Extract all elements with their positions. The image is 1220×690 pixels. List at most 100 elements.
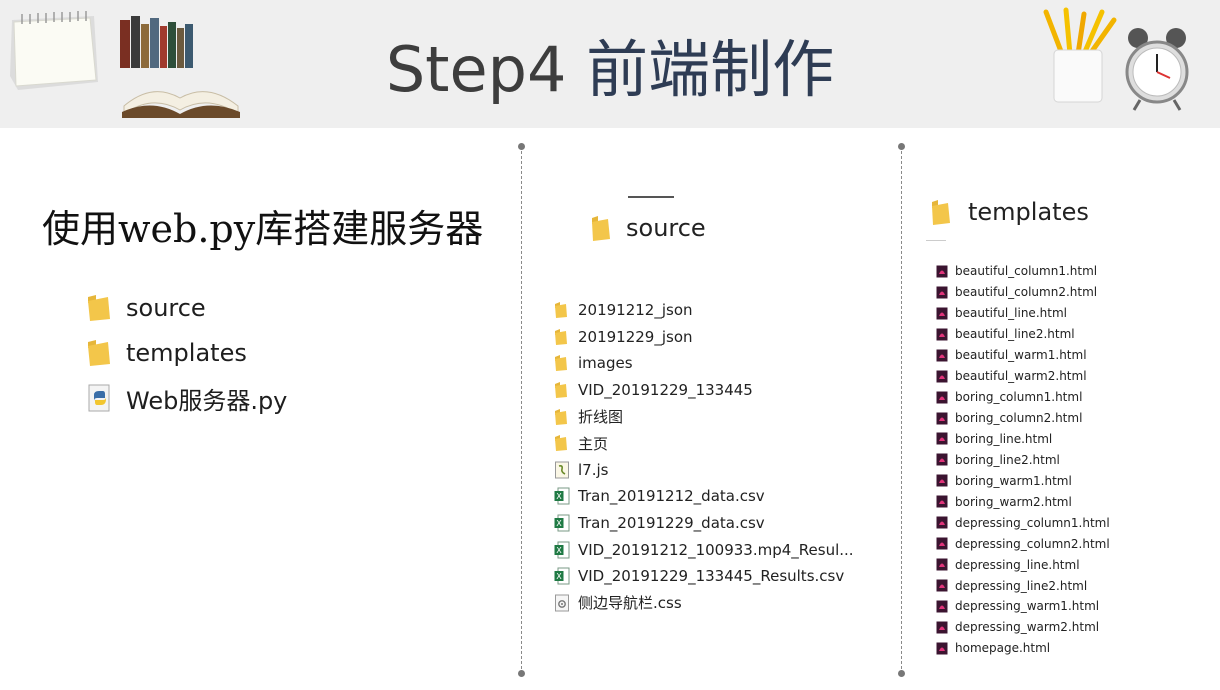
divider-dot [898,143,905,150]
file-item-label: boring_line.html [955,431,1053,446]
file-item-label: l7.js [578,460,609,479]
folder-header-templates[interactable]: templates [930,198,1089,226]
file-item[interactable]: X VID_20191229_133445_Results.csv [554,563,854,590]
folder-icon [592,216,610,241]
column-divider-1 [518,143,525,677]
file-item-label: depressing_line2.html [955,578,1088,593]
folder-icon [88,295,110,321]
file-item-label: 主页 [578,434,609,453]
file-item[interactable]: boring_warm2.html [936,491,1110,512]
svg-text:X: X [556,492,562,501]
file-item[interactable]: beautiful_warm2.html [936,366,1110,387]
file-item-label: boring_warm2.html [955,494,1072,509]
file-item-label: beautiful_column1.html [955,264,1098,279]
html-file-icon [936,307,948,320]
html-file-icon [936,579,948,592]
file-item-label: depressing_warm1.html [955,599,1100,614]
file-item-label: depressing_column1.html [955,515,1110,530]
file-item[interactable]: 侧边导航栏.css [554,590,854,617]
section-subtitle: 使用web.py库搭建服务器 [42,207,484,251]
file-item-label: boring_column2.html [955,411,1083,426]
folder-icon [554,381,570,399]
file-item-label: Web服务器.py [126,386,288,415]
file-item[interactable]: 折线图 [554,403,854,430]
page-title-step: Step4 [385,33,567,106]
folder-icon [88,340,110,366]
file-item-label: boring_line2.html [955,452,1060,467]
file-item[interactable]: depressing_line.html [936,554,1110,575]
svg-text:X: X [556,519,562,528]
folder-header-label: source [626,214,706,242]
file-item-label: depressing_column2.html [955,536,1110,551]
file-item-label: depressing_warm2.html [955,620,1100,635]
file-item[interactable]: boring_column1.html [936,387,1110,408]
folder-icon [554,328,570,346]
file-item-source-folder[interactable]: source [86,290,206,326]
file-item-label: 侧边导航栏.css [578,594,682,613]
file-item-label: beautiful_warm2.html [955,369,1087,384]
file-item[interactable]: boring_column2.html [936,408,1110,429]
folder-icon [932,200,950,225]
html-file-icon [936,349,948,362]
header-band: Step4 前端制作 [0,0,1220,128]
file-item[interactable]: beautiful_line.html [936,303,1110,324]
js-file-icon [554,461,570,479]
file-item[interactable]: depressing_column1.html [936,512,1110,533]
file-item[interactable]: depressing_warm1.html [936,596,1110,617]
html-file-icon [936,642,948,655]
svg-text:X: X [556,546,562,555]
html-file-icon [936,391,948,404]
file-item-label: 20191229_json [578,327,693,346]
file-item-label: beautiful_line.html [955,306,1067,321]
file-item[interactable]: depressing_warm2.html [936,617,1110,638]
file-item[interactable]: depressing_column2.html [936,533,1110,554]
divider-line [926,240,946,241]
file-item[interactable]: X VID_20191212_100933.mp4_Resul... [554,536,854,563]
html-file-icon [936,600,948,613]
file-item[interactable]: boring_line2.html [936,449,1110,470]
file-item[interactable]: boring_warm1.html [936,470,1110,491]
html-file-icon [936,286,948,299]
file-item[interactable]: 20191212_json [554,297,854,324]
file-item[interactable]: X Tran_20191229_data.csv [554,510,854,537]
divider-dot [518,143,525,150]
file-item[interactable]: images [554,350,854,377]
cropped-text-fragment [628,196,674,200]
file-item-label: depressing_line.html [955,557,1080,572]
folder-header-source[interactable]: source [590,214,706,242]
file-item[interactable]: beautiful_column2.html [936,282,1110,303]
divider-dot [518,670,525,677]
file-item-label: source [126,294,206,322]
file-item[interactable]: 20191229_json [554,324,854,351]
file-item[interactable]: X Tran_20191212_data.csv [554,483,854,510]
file-item[interactable]: 主页 [554,430,854,457]
file-item-label: 20191212_json [578,301,693,320]
file-item[interactable]: beautiful_column1.html [936,261,1110,282]
svg-text:X: X [556,572,562,581]
excel-file-icon: X [554,541,570,559]
file-item[interactable]: VID_20191229_133445 [554,377,854,404]
file-item-web-server-py[interactable]: Web服务器.py [86,380,287,416]
file-item-label: beautiful_column2.html [955,285,1098,300]
file-item-label: images [578,354,633,373]
file-item-label: VID_20191229_133445_Results.csv [578,567,845,586]
file-item-label: 折线图 [578,408,624,427]
html-file-icon [936,432,948,445]
html-file-icon [936,474,948,487]
file-item[interactable]: l7.js [554,457,854,484]
file-item-label: Tran_20191229_data.csv [578,514,765,533]
file-item-label: Tran_20191212_data.csv [578,487,765,506]
file-item[interactable]: beautiful_line2.html [936,324,1110,345]
divider-dot [898,670,905,677]
file-item-label: beautiful_line2.html [955,327,1075,342]
file-item-label: beautiful_warm1.html [955,348,1087,363]
html-file-icon [936,537,948,550]
file-item[interactable]: depressing_line2.html [936,575,1110,596]
file-item-templates-folder[interactable]: templates [86,335,247,371]
file-item[interactable]: boring_line.html [936,429,1110,450]
html-file-icon [936,328,948,341]
file-item[interactable]: beautiful_warm1.html [936,345,1110,366]
file-item-label: VID_20191212_100933.mp4_Resul... [578,540,854,559]
file-item-label: boring_column1.html [955,390,1083,405]
file-item[interactable]: homepage.html [936,638,1110,659]
